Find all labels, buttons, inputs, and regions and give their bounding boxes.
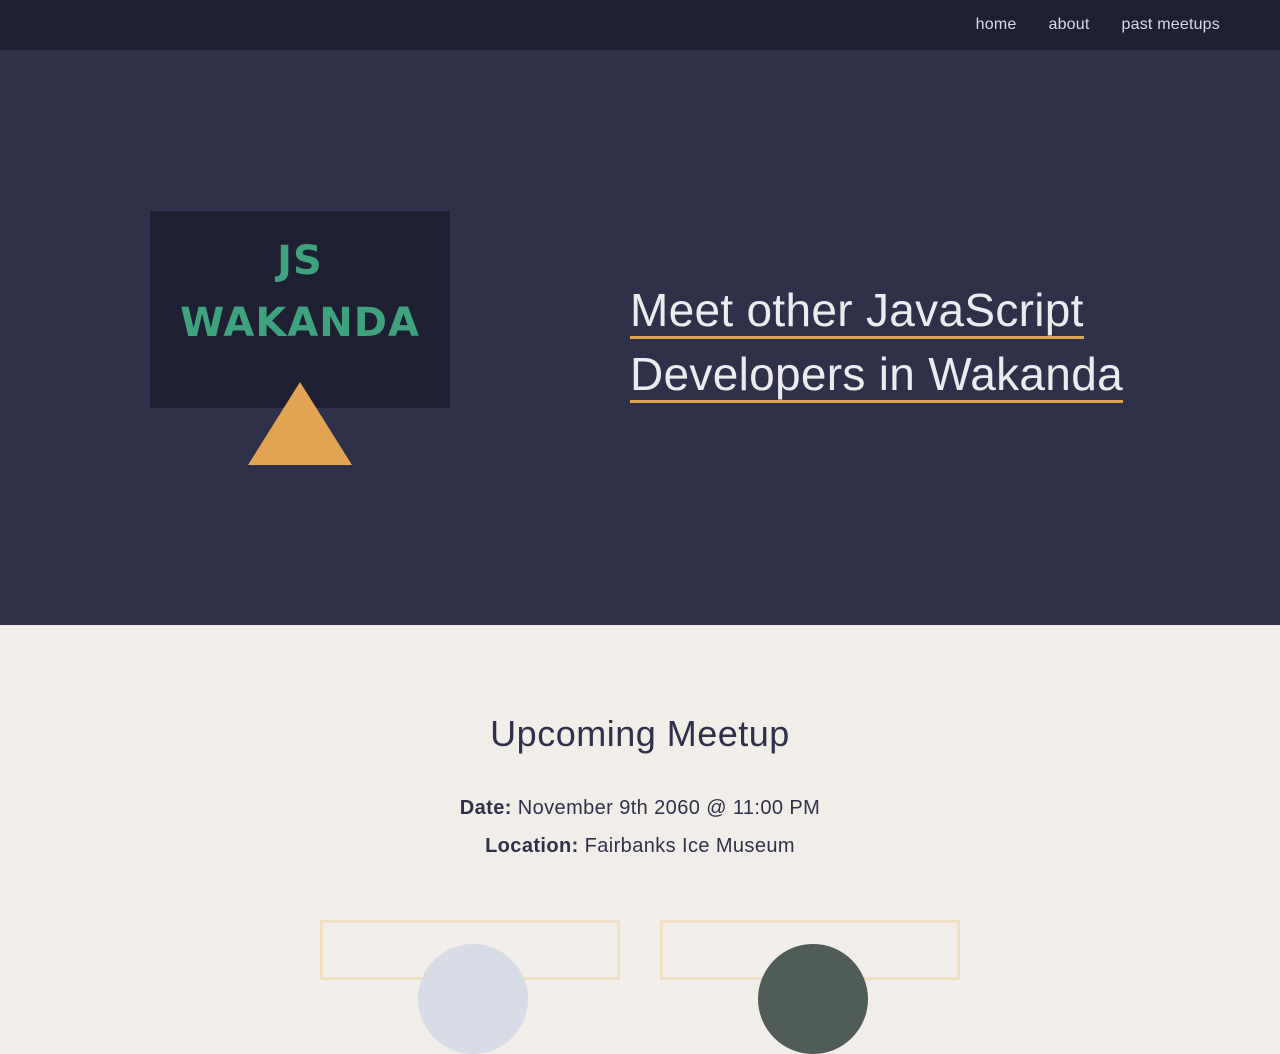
tagline-line-1: Meet other JavaScript: [630, 284, 1084, 339]
date-value: November 9th 2060 @ 11:00 PM: [517, 797, 821, 819]
date-label: Date:: [459, 797, 512, 819]
top-navbar: home about past meetups: [0, 0, 1280, 50]
tagline-line-2: Developers in Wakanda: [630, 348, 1123, 403]
nav-link-about[interactable]: about: [1048, 16, 1089, 34]
avatar: [418, 944, 528, 1054]
location-value: Fairbanks Ice Museum: [584, 835, 795, 857]
meetup-date: Date: November 9th 2060 @ 11:00 PM: [0, 797, 1280, 820]
section-title: Upcoming Meetup: [490, 713, 790, 754]
logo-triangle-icon: [248, 382, 352, 465]
logo-line-wakanda: WAKANDA: [180, 300, 420, 346]
location-label: Location:: [485, 835, 579, 857]
speaker-card[interactable]: [320, 920, 620, 1054]
meetup-location: Location: Fairbanks Ice Museum: [0, 835, 1280, 858]
nav-link-home[interactable]: home: [976, 16, 1017, 34]
js-wakanda-logo: JS WAKANDA: [150, 211, 450, 408]
logo-line-js: JS: [277, 238, 323, 284]
logo-text: JS WAKANDA: [150, 241, 450, 343]
hero-section: JS WAKANDA Meet other JavaScript Develop…: [0, 50, 1280, 625]
nav-link-past-meetups[interactable]: past meetups: [1122, 16, 1220, 34]
nav-links: home about past meetups: [976, 0, 1220, 50]
hero-tagline: Meet other JavaScript Developers in Waka…: [630, 278, 1250, 406]
upcoming-meetup-section: Upcoming Meetup Date: November 9th 2060 …: [0, 625, 1280, 960]
avatar: [758, 944, 868, 1054]
speaker-card[interactable]: [660, 920, 960, 1054]
